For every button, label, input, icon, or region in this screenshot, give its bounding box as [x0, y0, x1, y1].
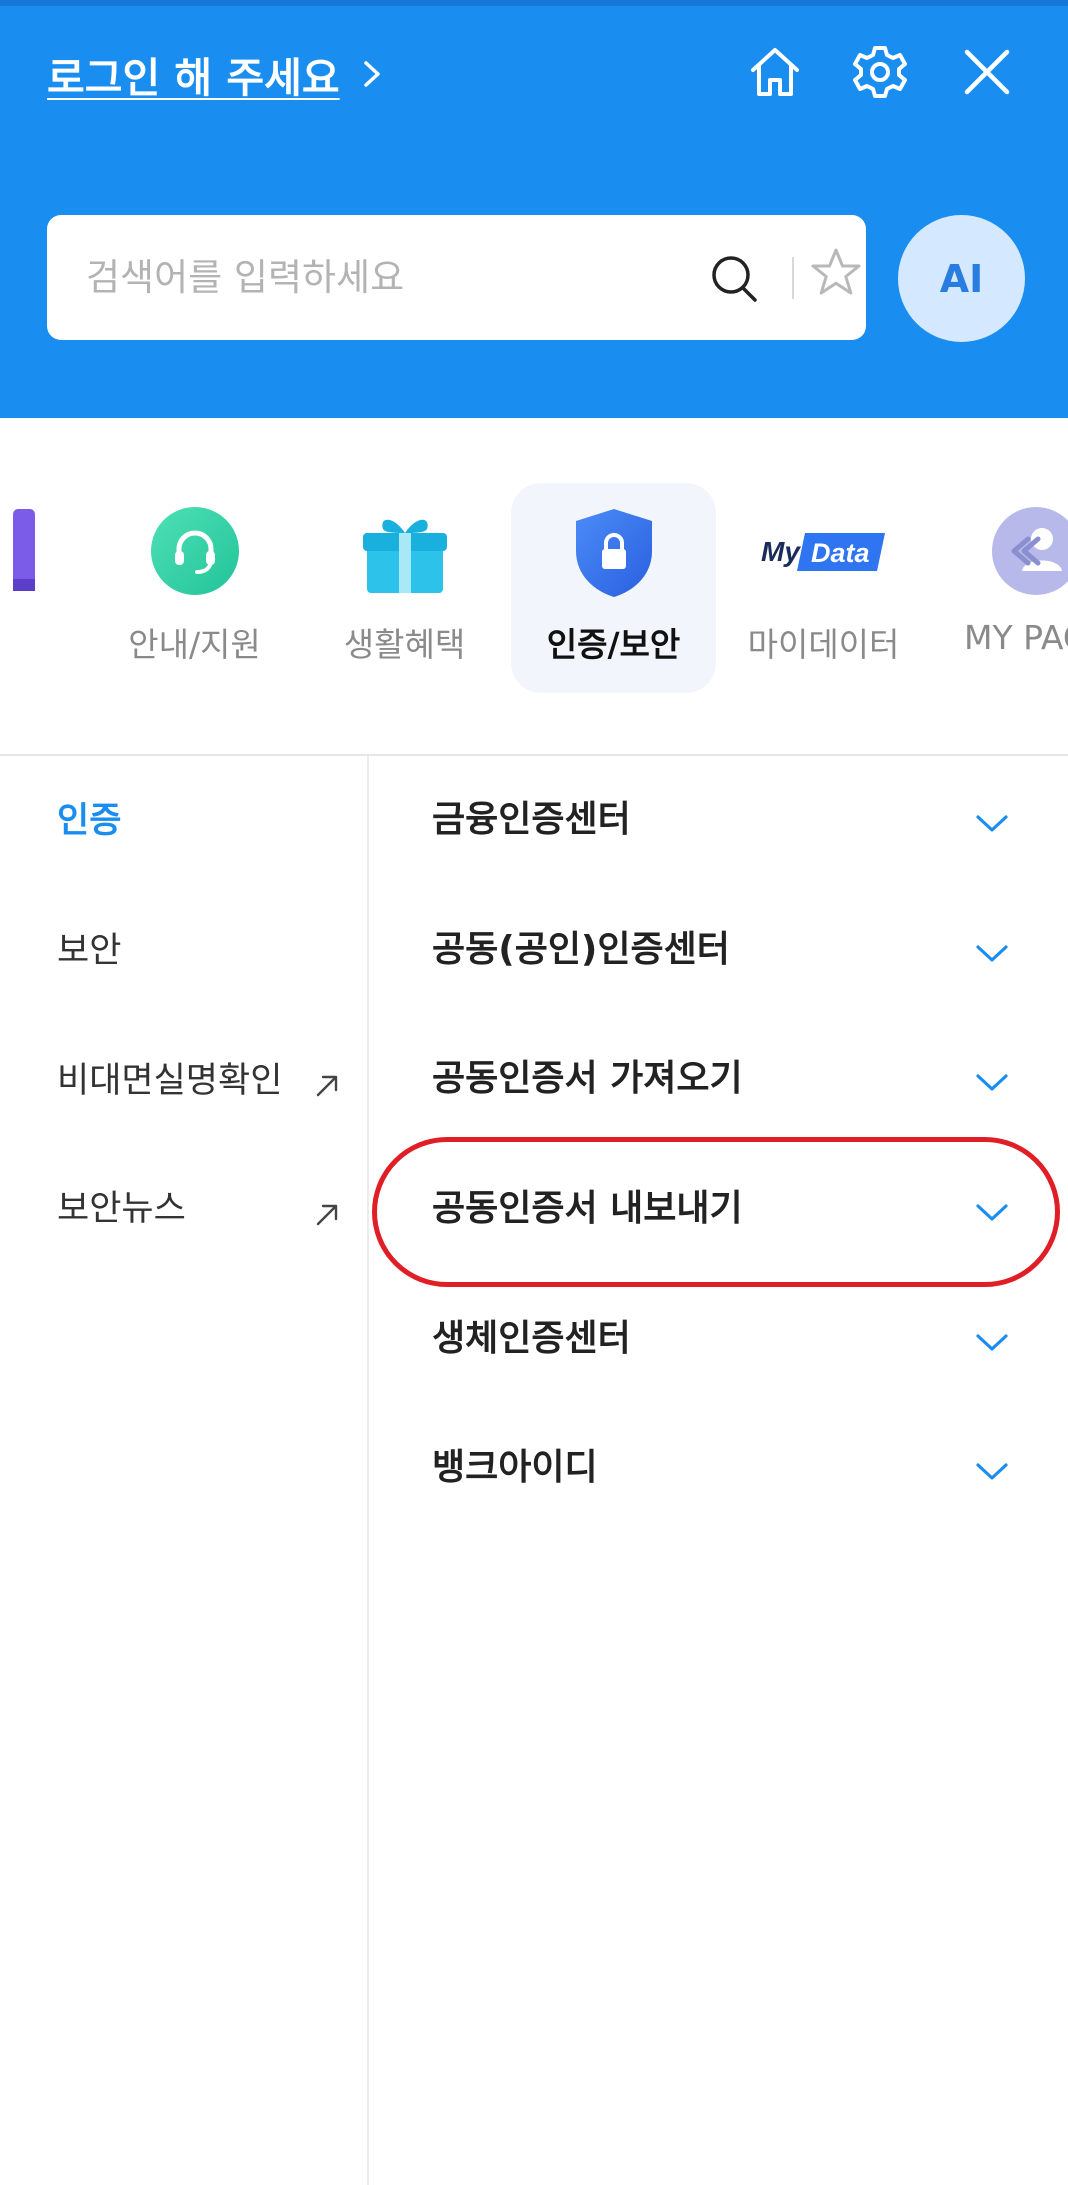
left-nav-item-security-news[interactable]: 보안뉴스: [57, 1180, 186, 1231]
left-nav-item-identity-check[interactable]: 비대면실명확인: [57, 1052, 282, 1103]
chevron-down-icon: [976, 945, 1008, 962]
chevron-down-icon: [976, 1074, 1008, 1091]
status-strip: [0, 0, 1068, 6]
login-text[interactable]: 로그인 해 주세요: [47, 44, 340, 104]
ai-label: AI: [939, 256, 984, 301]
chevron-down-icon: [976, 1463, 1008, 1480]
category-mypage[interactable]: MY PAG: [930, 483, 1068, 693]
chevron-right-icon: [363, 61, 380, 87]
left-nav-label: 보안: [57, 931, 122, 971]
category-mydata[interactable]: My Data 마이데이터: [721, 483, 926, 693]
menu-item-cert-import[interactable]: 공동인증서 가져오기: [368, 1015, 1068, 1143]
category-auth-security[interactable]: 인증/보안: [511, 483, 716, 693]
category-strip: 가입 안내/지원 생활혜택: [0, 418, 1068, 755]
search-input[interactable]: [86, 245, 646, 309]
left-nav-label: 비대면실명확인: [57, 1061, 283, 1101]
left-nav-item-auth[interactable]: 인증: [57, 792, 121, 843]
menu-item-biometric-cert-center[interactable]: 생체인증센터: [368, 1275, 1068, 1403]
category-label: 생활혜택: [343, 625, 466, 664]
gear-icon[interactable]: [848, 40, 912, 104]
menu-item-joint-cert-center[interactable]: 공동(공인)인증센터: [368, 886, 1068, 1014]
menu-item-label: 공동인증서 가져오기: [432, 1058, 743, 1099]
highlight-annotation: [372, 1137, 1060, 1287]
chevron-down-icon: [976, 1334, 1008, 1351]
category-label: 마이데이터: [747, 625, 900, 664]
search-divider: [792, 257, 794, 299]
left-nav: [0, 756, 367, 2185]
app-header: 로그인 해 주세요 AI: [0, 0, 1068, 418]
home-icon[interactable]: [743, 40, 807, 104]
ai-assistant-button[interactable]: AI: [898, 215, 1025, 342]
category-support[interactable]: 안내/지원: [92, 483, 297, 693]
menu-item-label: 생체인증센터: [432, 1318, 631, 1359]
left-nav-label: 보안뉴스: [57, 1189, 186, 1229]
shield-lock-icon: [575, 509, 652, 597]
category-label: 인증/보안: [546, 625, 681, 664]
left-nav-label: 인증: [57, 801, 122, 841]
profile-icon: [992, 507, 1068, 595]
menu-item-label: 금융인증센터: [432, 799, 631, 840]
svg-text:My: My: [761, 536, 801, 567]
menu-item-financial-cert-center[interactable]: 금융인증센터: [368, 756, 1068, 884]
search-box: [47, 215, 866, 340]
menu-item-label: 공동(공인)인증센터: [432, 929, 730, 970]
close-icon[interactable]: [955, 40, 1019, 104]
svg-text:Data: Data: [811, 538, 870, 568]
category-label: MY PAG: [964, 618, 1068, 657]
external-link-icon: [316, 1204, 338, 1226]
chevron-down-icon: [976, 815, 1008, 832]
star-icon[interactable]: [807, 245, 865, 303]
external-link-icon: [316, 1075, 338, 1097]
mydata-logo: My Data: [761, 533, 885, 571]
headset-icon: [150, 507, 239, 595]
search-icon[interactable]: [707, 251, 763, 307]
menu-item-label: 뱅크아이디: [432, 1447, 598, 1488]
left-nav-item-security[interactable]: 보안: [57, 922, 121, 973]
menu-item-bankid[interactable]: 뱅크아이디: [368, 1404, 1068, 1532]
login-link[interactable]: 로그인 해 주세요: [47, 44, 392, 104]
category-label: 안내/지원: [128, 625, 261, 664]
category-benefits[interactable]: 생활혜택: [302, 483, 507, 693]
signup-icon: [13, 509, 35, 591]
gift-icon: [362, 519, 447, 593]
